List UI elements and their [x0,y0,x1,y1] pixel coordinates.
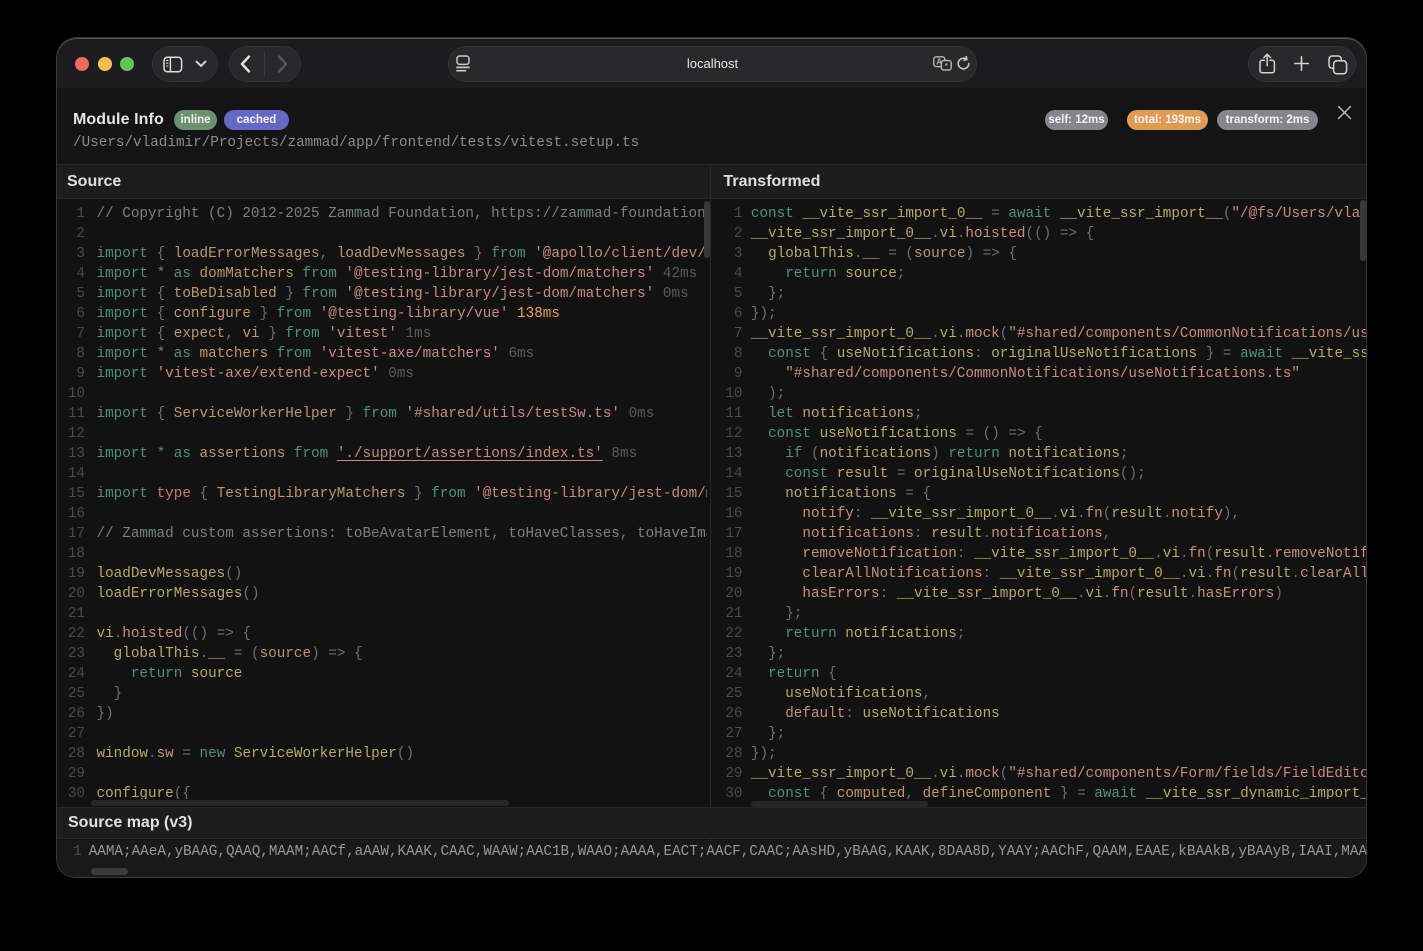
svg-text:*: * [945,61,948,70]
